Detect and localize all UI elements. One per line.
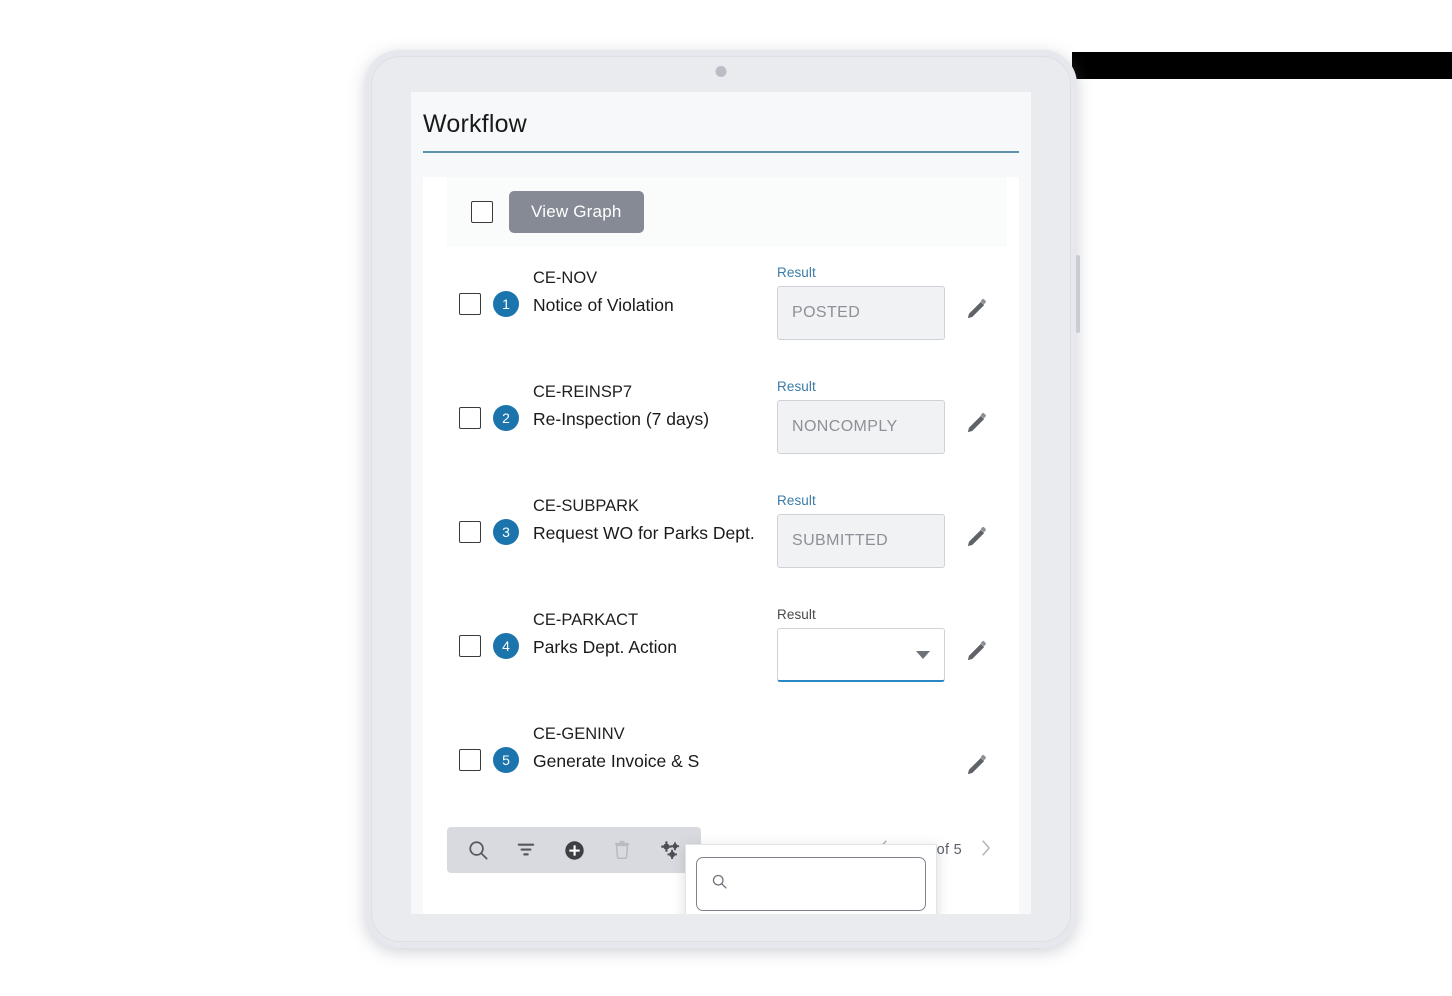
dropdown-search-box[interactable] — [696, 857, 926, 911]
row-checkbox[interactable] — [459, 521, 481, 543]
row-edit-wrap — [945, 717, 1007, 784]
volume-button[interactable] — [1076, 255, 1080, 333]
title-divider — [423, 151, 1019, 153]
chevron-right-icon[interactable] — [978, 838, 993, 863]
table-row: 3 CE-SUBPARK Request WO for Parks Dept. … — [447, 475, 1007, 589]
edit-pencil-icon[interactable] — [963, 753, 989, 784]
select-all-checkbox[interactable] — [471, 201, 493, 223]
step-badge: 4 — [493, 633, 519, 659]
row-code: CE-SUBPARK — [533, 497, 640, 515]
tablet-device-frame: Workflow View Graph 1 CE-NOV Notice of V… — [365, 50, 1080, 948]
step-badge: 1 — [493, 291, 519, 317]
row-edit-wrap — [945, 375, 1007, 442]
row-checkbox[interactable] — [459, 749, 481, 771]
page-header: Workflow — [411, 92, 1031, 153]
filter-icon[interactable] — [513, 837, 539, 863]
screenshot-root: Workflow View Graph 1 CE-NOV Notice of V… — [0, 0, 1452, 996]
step-badge: 5 — [493, 747, 519, 773]
row-description: Re-Inspection (7 days) — [533, 409, 710, 430]
row-result: Result POSTED — [777, 261, 945, 340]
black-band — [1072, 52, 1452, 79]
row-description: Generate Invoice & S — [533, 751, 700, 772]
settings-icon[interactable] — [657, 837, 683, 863]
row-checkbox[interactable] — [459, 407, 481, 429]
row-labels: CE-PARKACT Parks Dept. Action — [519, 603, 777, 661]
view-graph-button[interactable]: View Graph — [509, 191, 644, 233]
row-code: CE-REINSP7 — [533, 383, 633, 401]
chevron-down-icon — [916, 650, 930, 659]
search-icon[interactable] — [465, 837, 491, 863]
edit-pencil-icon[interactable] — [963, 639, 989, 670]
row-labels: CE-SUBPARK Request WO for Parks Dept. — [519, 489, 777, 547]
row-code: CE-GENINV — [533, 725, 625, 743]
edit-pencil-icon[interactable] — [963, 297, 989, 328]
result-dropdown-panel: WO_CMPLTE — [685, 844, 937, 914]
row-result: Result — [777, 603, 945, 682]
table-row: 4 CE-PARKACT Parks Dept. Action Result — [447, 589, 1007, 703]
result-label: Result — [777, 607, 816, 622]
row-checkbox-wrap — [447, 717, 493, 771]
camera-dot — [715, 66, 727, 77]
edit-pencil-icon[interactable] — [963, 411, 989, 442]
row-description: Request WO for Parks Dept. — [533, 523, 755, 544]
result-select[interactable] — [777, 628, 945, 682]
result-field: POSTED — [777, 286, 945, 340]
row-description: Parks Dept. Action — [533, 637, 677, 658]
search-icon — [711, 873, 728, 895]
action-icon-bar — [447, 827, 701, 873]
list-header-bar: View Graph — [447, 177, 1007, 247]
row-result: Result SUBMITTED — [777, 489, 945, 568]
edit-pencil-icon[interactable] — [963, 525, 989, 556]
result-label: Result — [777, 265, 816, 280]
row-labels: CE-REINSP7 Re-Inspection (7 days) — [519, 375, 777, 433]
workflow-panel: View Graph 1 CE-NOV Notice of Violation — [423, 177, 1019, 914]
step-badge: 3 — [493, 519, 519, 545]
row-edit-wrap — [945, 489, 1007, 556]
page-title: Workflow — [423, 110, 527, 138]
row-result: Result NONCOMPLY — [777, 375, 945, 454]
tablet-screen: Workflow View Graph 1 CE-NOV Notice of V… — [411, 92, 1031, 914]
row-edit-wrap — [945, 603, 1007, 670]
result-field: SUBMITTED — [777, 514, 945, 568]
add-icon[interactable] — [561, 837, 587, 863]
dropdown-search-input[interactable] — [737, 875, 911, 893]
row-edit-wrap — [945, 261, 1007, 328]
row-checkbox-wrap — [447, 603, 493, 657]
row-checkbox-wrap — [447, 261, 493, 315]
row-checkbox[interactable] — [459, 293, 481, 315]
row-labels: CE-NOV Notice of Violation — [519, 261, 777, 319]
result-field: NONCOMPLY — [777, 400, 945, 454]
row-checkbox-wrap — [447, 489, 493, 543]
table-row: 1 CE-NOV Notice of Violation Result POST… — [447, 247, 1007, 361]
row-checkbox-wrap — [447, 375, 493, 429]
step-badge: 2 — [493, 405, 519, 431]
workflow-rows: 1 CE-NOV Notice of Violation Result POST… — [423, 247, 1019, 914]
row-result: Result — [777, 717, 945, 796]
row-labels: CE-GENINV Generate Invoice & S — [519, 717, 777, 775]
result-label: Result — [777, 379, 816, 394]
row-code: CE-PARKACT — [533, 611, 639, 629]
table-row: 5 CE-GENINV Generate Invoice & S Result — [447, 703, 1007, 817]
row-code: CE-NOV — [533, 269, 598, 287]
row-checkbox[interactable] — [459, 635, 481, 657]
delete-icon — [609, 837, 635, 863]
table-row: 2 CE-REINSP7 Re-Inspection (7 days) Resu… — [447, 361, 1007, 475]
result-label: Result — [777, 493, 816, 508]
row-description: Notice of Violation — [533, 295, 674, 316]
